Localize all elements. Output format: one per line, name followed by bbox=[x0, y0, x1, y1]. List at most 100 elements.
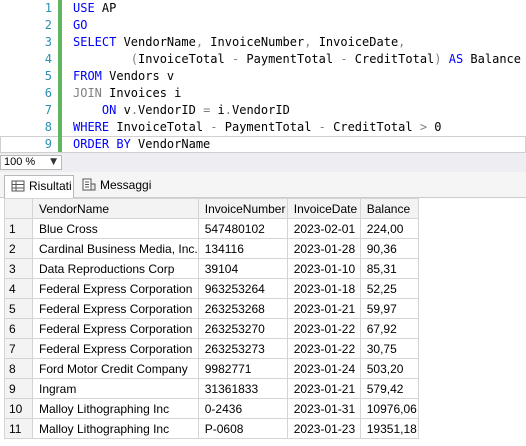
results-table: VendorName InvoiceNumber InvoiceDate Bal… bbox=[4, 198, 419, 439]
row-number[interactable]: 7 bbox=[4, 338, 33, 359]
code-token: - bbox=[210, 120, 218, 134]
cell-vendorname[interactable]: Cardinal Business Media, Inc. bbox=[32, 238, 199, 259]
row-number[interactable]: 11 bbox=[4, 418, 33, 439]
cell-invoicenumber[interactable]: P-0608 bbox=[197, 418, 288, 439]
cell-vendorname[interactable]: Federal Express Corporation bbox=[32, 318, 199, 339]
table-row[interactable]: 3 Data Reproductions Corp 39104 2023-01-10 8… bbox=[4, 258, 419, 279]
cell-vendorname[interactable]: Data Reproductions Corp bbox=[32, 258, 199, 279]
code-line[interactable]: 5 FROM Vendors v bbox=[0, 68, 526, 85]
cell-invoicedate[interactable]: 2023-01-28 bbox=[286, 238, 361, 259]
sql-editor[interactable]: 1 USE AP 2 GO 3 SELECT VendorName, InvoiceNum… bbox=[0, 0, 526, 152]
code-token: ( bbox=[130, 52, 139, 66]
cell-invoicedate[interactable]: 2023-01-10 bbox=[286, 258, 361, 279]
results-grid[interactable]: VendorName InvoiceNumber InvoiceDate Bal… bbox=[0, 198, 526, 446]
saved-change-marker bbox=[58, 17, 62, 34]
cell-balance[interactable]: 224,00 bbox=[359, 218, 419, 239]
cell-invoicenumber[interactable]: 9982771 bbox=[197, 358, 288, 379]
cell-invoicedate[interactable]: 2023-01-22 bbox=[286, 338, 361, 359]
column-header-invoicenumber[interactable]: InvoiceNumber bbox=[197, 198, 288, 219]
cell-invoicedate[interactable]: 2023-01-18 bbox=[286, 278, 361, 299]
cell-invoicenumber[interactable]: 0-2436 bbox=[197, 398, 288, 419]
line-number: 8 bbox=[44, 120, 52, 134]
cell-invoicedate[interactable]: 2023-01-21 bbox=[286, 298, 361, 319]
column-header-balance[interactable]: Balance bbox=[359, 198, 419, 219]
cell-invoicedate[interactable]: 2023-01-31 bbox=[286, 398, 361, 419]
cell-invoicedate[interactable]: 2023-02-01 bbox=[286, 218, 361, 239]
cell-vendorname[interactable]: Ingram bbox=[32, 378, 199, 399]
row-number[interactable]: 8 bbox=[4, 358, 33, 379]
row-number[interactable]: 9 bbox=[4, 378, 33, 399]
cell-vendorname[interactable]: Malloy Lithographing Inc bbox=[32, 398, 199, 419]
code-token: PaymentTotal bbox=[239, 52, 341, 66]
cell-invoicenumber[interactable]: 134116 bbox=[197, 238, 288, 259]
row-number[interactable]: 6 bbox=[4, 318, 33, 339]
code-line[interactable]: 9 ORDER BY VendorName bbox=[0, 136, 526, 152]
code-line[interactable]: 4 (InvoiceTotal - PaymentTotal - CreditT… bbox=[0, 51, 526, 68]
cell-invoicenumber[interactable]: 263253273 bbox=[197, 338, 288, 359]
tab-results[interactable]: Risultati bbox=[4, 175, 74, 198]
row-number[interactable]: 5 bbox=[4, 298, 33, 319]
cell-vendorname[interactable]: Blue Cross bbox=[32, 218, 199, 239]
cell-vendorname[interactable]: Malloy Lithographing Inc bbox=[32, 418, 199, 439]
table-row[interactable]: 11 Malloy Lithographing Inc P-0608 2023-01-… bbox=[4, 418, 419, 439]
row-number[interactable]: 1 bbox=[4, 218, 33, 239]
cell-invoicedate[interactable]: 2023-01-23 bbox=[286, 418, 361, 439]
line-number: 5 bbox=[44, 69, 52, 83]
cell-vendorname[interactable]: Federal Express Corporation bbox=[32, 338, 199, 359]
code-token: VendorName bbox=[130, 137, 211, 151]
cell-invoicedate[interactable]: 2023-01-21 bbox=[286, 378, 361, 399]
row-number[interactable]: 3 bbox=[4, 258, 33, 279]
row-number[interactable]: 4 bbox=[4, 278, 33, 299]
line-number: 1 bbox=[44, 1, 52, 15]
cell-invoicedate[interactable]: 2023-01-24 bbox=[286, 358, 361, 379]
row-number[interactable]: 10 bbox=[4, 398, 33, 419]
row-number[interactable]: 2 bbox=[4, 238, 33, 259]
column-header-vendorname[interactable]: VendorName bbox=[32, 198, 199, 219]
cell-balance[interactable]: 52,25 bbox=[359, 278, 419, 299]
table-row[interactable]: 1 Blue Cross 547480102 2023-02-01 224,00 bbox=[4, 218, 419, 239]
cell-invoicenumber[interactable]: 963253264 bbox=[197, 278, 288, 299]
code-line[interactable]: 2 GO bbox=[0, 17, 526, 34]
cell-balance[interactable]: 503,20 bbox=[359, 358, 419, 379]
table-row[interactable]: 5 Federal Express Corporation 263253268 202… bbox=[4, 298, 419, 319]
table-row[interactable]: 7 Federal Express Corporation 263253273 202… bbox=[4, 338, 419, 359]
cell-balance[interactable]: 90,36 bbox=[359, 238, 419, 259]
cell-balance[interactable]: 579,42 bbox=[359, 378, 419, 399]
table-row[interactable]: 2 Cardinal Business Media, Inc. 134116 2023… bbox=[4, 238, 419, 259]
table-row[interactable]: 4 Federal Express Corporation 963253264 202… bbox=[4, 278, 419, 299]
code-token: VendorID bbox=[138, 103, 204, 117]
zoom-dropdown[interactable]: 100 % ▼ bbox=[0, 155, 62, 170]
cell-balance[interactable]: 67,92 bbox=[359, 318, 419, 339]
column-header-invoicedate[interactable]: InvoiceDate bbox=[286, 198, 361, 219]
saved-change-marker bbox=[58, 136, 62, 152]
code-line[interactable]: 1 USE AP bbox=[0, 0, 526, 17]
cell-vendorname[interactable]: Ford Motor Credit Company bbox=[32, 358, 199, 379]
row-number-header[interactable] bbox=[4, 198, 33, 219]
table-row[interactable]: 9 Ingram 31361833 2023-01-21 579,42 bbox=[4, 378, 419, 399]
code-line[interactable]: 6 JOIN Invoices i bbox=[0, 85, 526, 102]
code-token: CreditTotal bbox=[347, 52, 435, 66]
cell-invoicenumber[interactable]: 31361833 bbox=[197, 378, 288, 399]
cell-vendorname[interactable]: Federal Express Corporation bbox=[32, 298, 199, 319]
cell-invoicenumber[interactable]: 39104 bbox=[197, 258, 288, 279]
cell-balance[interactable]: 30,75 bbox=[359, 338, 419, 359]
table-row[interactable]: 10 Malloy Lithographing Inc 0-2436 2023-01-… bbox=[4, 398, 419, 419]
cell-invoicenumber[interactable]: 547480102 bbox=[197, 218, 288, 239]
cell-invoicedate[interactable]: 2023-01-22 bbox=[286, 318, 361, 339]
code-line[interactable]: 8 WHERE InvoiceTotal - PaymentTotal - Cre… bbox=[0, 119, 526, 136]
cell-invoicenumber[interactable]: 263253268 bbox=[197, 298, 288, 319]
table-row[interactable]: 6 Federal Express Corporation 263253270 202… bbox=[4, 318, 419, 339]
cell-balance[interactable]: 59,97 bbox=[359, 298, 419, 319]
saved-change-marker bbox=[58, 68, 62, 85]
code-line[interactable]: 3 SELECT VendorName, InvoiceNumber, Invoi… bbox=[0, 34, 526, 51]
cell-balance[interactable]: 85,31 bbox=[359, 258, 419, 279]
table-row[interactable]: 8 Ford Motor Credit Company 9982771 2023-01… bbox=[4, 358, 419, 379]
code-line[interactable]: 7 ON v.VendorID = i.VendorID bbox=[0, 102, 526, 119]
cell-balance[interactable]: 10976,06 bbox=[359, 398, 419, 419]
line-number: 4 bbox=[44, 52, 52, 66]
chevron-down-icon[interactable]: ▼ bbox=[50, 156, 57, 169]
cell-invoicenumber[interactable]: 263253270 bbox=[197, 318, 288, 339]
tab-messages[interactable]: Messaggi bbox=[76, 175, 156, 198]
cell-balance[interactable]: 19351,18 bbox=[359, 418, 419, 439]
cell-vendorname[interactable]: Federal Express Corporation bbox=[32, 278, 199, 299]
